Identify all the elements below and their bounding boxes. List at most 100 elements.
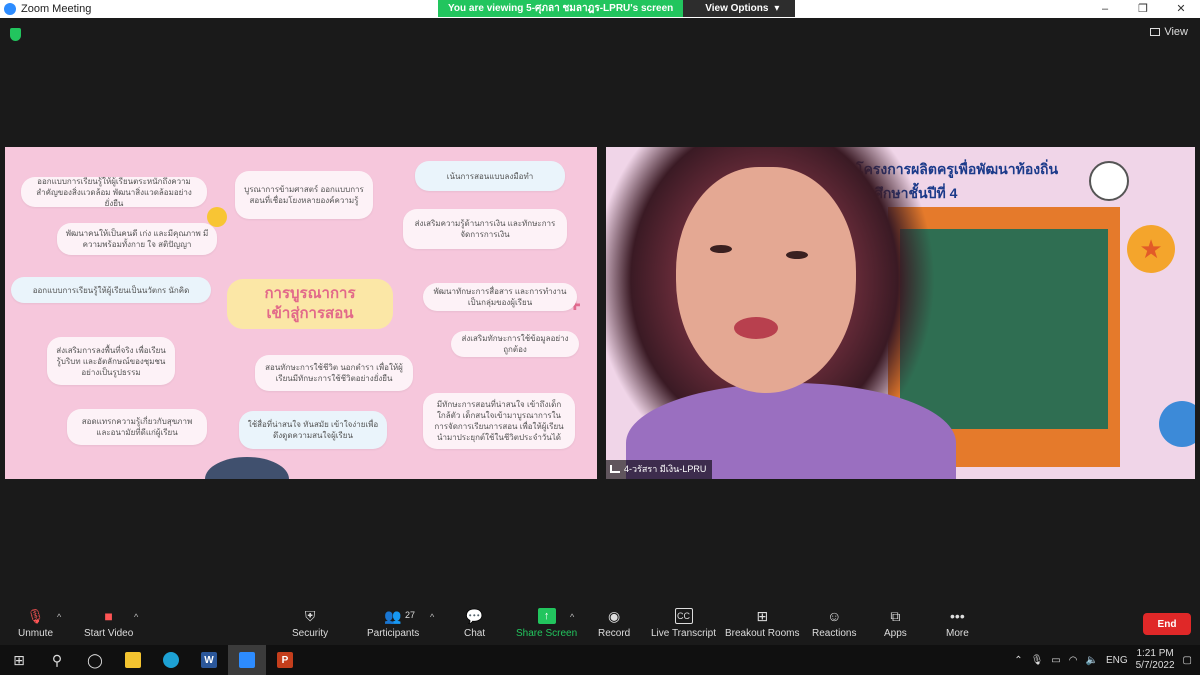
window-controls: – ❐ ✕	[1086, 0, 1200, 18]
restore-button[interactable]: ❐	[1124, 0, 1162, 18]
participants-count: 27	[405, 610, 416, 620]
record-icon: ◉	[608, 608, 621, 624]
language-indicator[interactable]: ENG	[1106, 655, 1128, 666]
star-badge-icon: ★	[1127, 225, 1175, 273]
powerpoint-button[interactable]: P	[266, 645, 304, 675]
search-button[interactable]: ⚲	[38, 645, 76, 675]
file-explorer-button[interactable]	[114, 645, 152, 675]
apps-icon: ⧉	[890, 608, 901, 624]
start-button[interactable]: ⊞	[0, 645, 38, 675]
slide-title-text: การบูรณาการ เข้าสู่การสอน	[264, 285, 356, 322]
security-shield-icon[interactable]	[10, 28, 21, 41]
viewing-label: You are viewing 5-ศุภลา ชมลาฎร-LPRU's sc…	[438, 0, 684, 17]
slide-bubble: ส่งเสริมทักษะการใช้ข้อมูลอย่างถูกต้อง	[451, 331, 579, 357]
breakout-rooms-button[interactable]: ⊞ Breakout Rooms	[725, 608, 799, 639]
chat-button[interactable]: 💬 Chat	[464, 608, 485, 639]
edge-icon	[163, 652, 179, 668]
slide-bubble: ใช้สื่อที่น่าสนใจ ทันสมัย เข้าใจง่ายเพื่…	[239, 411, 387, 449]
word-icon: W	[201, 652, 217, 668]
slide-bubble: ส่งเสริมความรู้ด้านการเงิน และทักษะการจั…	[403, 209, 567, 249]
participant-name: 4-วรัสรา มีเงิน-LPRU	[624, 464, 707, 474]
participant-video[interactable]: โครงการผลิตครูเพื่อพัฒนาท้องถิ่น นักศึกษ…	[606, 147, 1195, 479]
share-screen-label: Share Screen	[516, 628, 578, 639]
security-label: Security	[292, 628, 329, 639]
shared-screen-slide: ✚ ออกแบบการเรียนรู้ให้ผู้เรียนตระหนักถึง…	[5, 147, 597, 479]
slide-bubble: บูรณาการข้ามศาสตร์ ออกแบบการสอนที่เชื่อม…	[235, 171, 373, 219]
live-transcript-label: Live Transcript	[651, 628, 717, 639]
unmute-button[interactable]: 🎙 Unmute	[18, 608, 53, 639]
reactions-button[interactable]: ☺ Reactions	[812, 608, 856, 639]
search-icon: ⚲	[51, 651, 63, 668]
reactions-label: Reactions	[812, 628, 857, 639]
apps-label: Apps	[884, 628, 907, 639]
participants-caret-icon[interactable]: ^	[430, 612, 434, 622]
signal-bars-icon	[610, 465, 620, 473]
slide-bubble: ส่งเสริมการลงพื้นที่จริง เพื่อเรียนรู้บร…	[47, 337, 175, 385]
security-button[interactable]: ⛨ Security	[292, 608, 328, 639]
windows-logo-icon: ⊞	[13, 651, 25, 668]
view-options-button[interactable]: View Options ▾	[683, 0, 796, 17]
slide-bubble: สอนทักษะการใช้ชีวิต นอกตำรา เพื่อให้ผู้เ…	[255, 355, 413, 391]
participants-icon: 👥	[384, 608, 402, 624]
slide-bubble: มีทักษะการสอนที่น่าสนใจ เข้าถึงเด็กใกล้ต…	[423, 393, 575, 449]
breakout-rooms-icon: ⊞	[756, 608, 769, 624]
close-button[interactable]: ✕	[1162, 0, 1200, 18]
zoom-icon	[239, 652, 255, 668]
slide-bubble: พัฒนาคนให้เป็นคนดี เก่ง และมีคุณภาพ มีคว…	[57, 223, 217, 255]
slide-bubble: สอดแทรกความรู้เกี่ยวกับสุขภาพ และอนามัยท…	[67, 409, 207, 445]
more-dots-icon: •••	[950, 608, 965, 624]
minimize-button[interactable]: –	[1086, 0, 1124, 18]
arc-decoration	[205, 457, 289, 479]
share-screen-button[interactable]: ↑ Share Screen	[516, 608, 577, 639]
share-banner: You are viewing 5-ศุภลา ชมลาฎร-LPRU's sc…	[438, 0, 796, 17]
university-logo-icon	[1089, 161, 1129, 201]
chevron-up-icon[interactable]: ⌃	[1014, 655, 1022, 666]
start-video-button[interactable]: ■ Start Video	[84, 608, 133, 639]
view-button[interactable]: View	[1150, 26, 1188, 38]
task-view-button[interactable]: ◯	[76, 645, 114, 675]
view-label: View	[1164, 26, 1188, 38]
zoom-logo-icon	[4, 3, 16, 15]
start-video-label: Start Video	[84, 628, 134, 639]
record-label: Record	[598, 628, 631, 639]
share-caret-icon[interactable]: ^	[570, 612, 574, 622]
live-transcript-button[interactable]: CC Live Transcript	[651, 608, 716, 639]
clock[interactable]: 1:21 PM 5/7/2022	[1136, 648, 1175, 672]
record-button[interactable]: ◉ Record	[598, 608, 630, 639]
zoom-button[interactable]	[228, 645, 266, 675]
edge-button[interactable]	[152, 645, 190, 675]
participant-name-tag: 4-วรัสรา มีเงิน-LPRU	[606, 460, 713, 479]
slide-bubble: พัฒนาทักษะการสื่อสาร และการทำงานเป็นกลุ่…	[423, 283, 577, 311]
apps-button[interactable]: ⧉ Apps	[884, 608, 907, 639]
meeting-toolbar: 🎙 Unmute ^ ■ Start Video ^ ⛨ Security 👥 …	[0, 604, 1200, 645]
system-tray: ⌃ 🎙 ▭ ◠ 🔈 ENG 1:21 PM 5/7/2022 ▢	[1014, 645, 1200, 675]
end-meeting-button[interactable]: End	[1143, 613, 1191, 635]
view-options-label: View Options	[705, 3, 769, 14]
slide-bubble: ออกแบบการเรียนรู้ให้ผู้เรียนตระหนักถึงคว…	[21, 177, 207, 208]
reactions-icon: ☺	[827, 608, 842, 624]
video-options-caret-icon[interactable]: ^	[134, 612, 138, 622]
volume-icon[interactable]: 🔈	[1085, 655, 1097, 666]
folder-icon	[125, 652, 141, 668]
microphone-icon[interactable]: 🎙	[1031, 655, 1044, 666]
slide-title: การบูรณาการ เข้าสู่การสอน	[227, 279, 393, 329]
battery-icon[interactable]: ▭	[1051, 655, 1060, 666]
participants-label: Participants	[367, 628, 420, 639]
eye-right	[786, 251, 808, 259]
grid-view-icon	[1150, 28, 1161, 36]
notification-icon[interactable]: ▢	[1183, 655, 1192, 666]
word-button[interactable]: W	[190, 645, 228, 675]
chevron-down-icon: ▾	[774, 3, 780, 14]
unmute-label: Unmute	[18, 628, 54, 639]
wifi-icon[interactable]: ◠	[1069, 655, 1078, 666]
shield-icon: ⛨	[304, 608, 316, 624]
windows-taskbar: ⊞ ⚲ ◯ W P ⌃ 🎙 ▭ ◠ 🔈 ENG 1:21 PM 5/7/2022…	[0, 645, 1200, 675]
video-off-icon: ■	[104, 608, 113, 624]
clock-date: 5/7/2022	[1135, 660, 1175, 671]
task-view-icon: ◯	[87, 651, 103, 668]
audio-options-caret-icon[interactable]: ^	[57, 612, 61, 622]
globe-icon	[1159, 401, 1195, 447]
microphone-muted-icon: 🎙	[26, 608, 45, 624]
powerpoint-icon: P	[277, 652, 293, 668]
more-button[interactable]: ••• More	[946, 608, 969, 639]
